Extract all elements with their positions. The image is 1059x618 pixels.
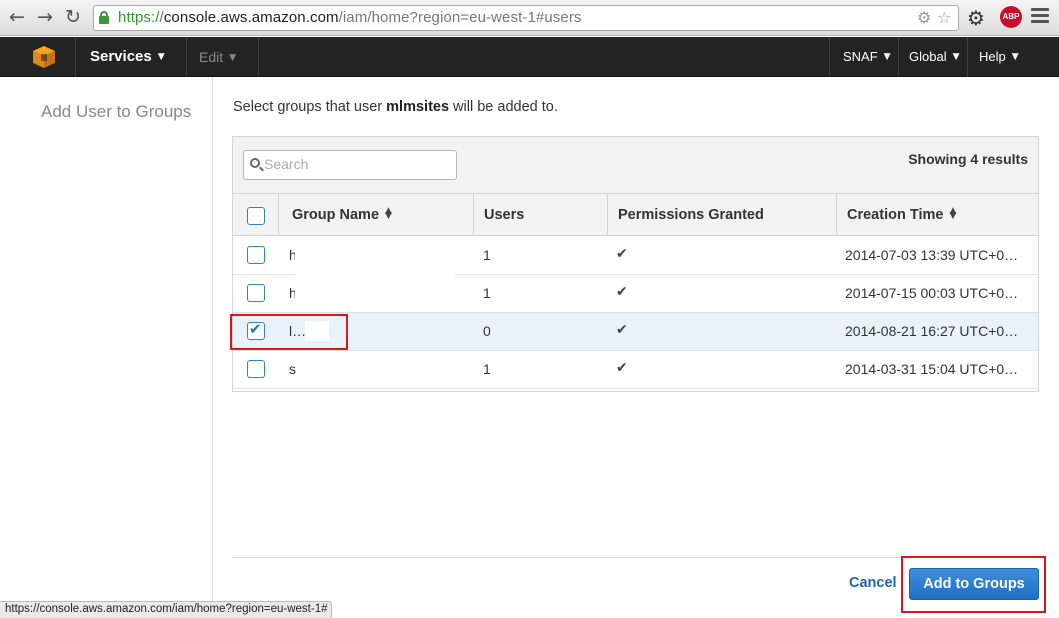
edit-menu[interactable]: Edit ▼ xyxy=(199,49,236,65)
table-toolbar: Search Showing 4 results xyxy=(233,137,1038,194)
creation-time-cell: 2014-08-21 16:27 UTC+0… xyxy=(845,323,1019,339)
browser-toolbar: ← → ↻ https://console.aws.amazon.com/iam… xyxy=(0,0,1059,36)
highlight-box-add-button xyxy=(901,556,1046,613)
groups-table: Search Showing 4 results Group Name ▲ ▼ Us… xyxy=(232,136,1039,392)
browser-menu-icon[interactable] xyxy=(1031,8,1049,26)
select-all-checkbox[interactable] xyxy=(247,207,265,225)
account-menu[interactable]: SNAF ▼ xyxy=(843,49,891,64)
back-arrow-icon[interactable]: ← xyxy=(6,6,28,28)
bookmark-star-icon[interactable]: ☆ xyxy=(937,8,951,27)
chevron-down-icon: ▼ xyxy=(883,52,891,62)
services-menu[interactable]: Services ▼ xyxy=(90,48,165,65)
table-header: Group Name ▲ ▼ Users Permissions Granted C… xyxy=(233,194,1038,236)
chevron-down-icon: ▼ xyxy=(157,52,165,62)
table-row[interactable]: h d 1 ✔ 2014-07-15 00:03 UTC+0… xyxy=(233,275,1038,313)
table-row[interactable]: h 1 ✔ 2014-07-03 13:39 UTC+0… xyxy=(233,237,1038,275)
address-bar[interactable]: https://console.aws.amazon.com/iam/home?… xyxy=(93,5,959,31)
column-users[interactable]: Users xyxy=(484,194,524,236)
column-group-name[interactable]: Group Name ▲ ▼ xyxy=(292,194,392,236)
results-count: Showing 4 results xyxy=(908,151,1028,167)
settings-gear-icon[interactable]: ⚙ xyxy=(967,6,985,30)
search-input[interactable]: Search xyxy=(243,150,457,180)
users-cell: 1 xyxy=(483,247,491,263)
row-checkbox[interactable] xyxy=(247,360,265,378)
creation-time-cell: 2014-03-31 15:04 UTC+0… xyxy=(845,361,1019,377)
instruction-text: Select groups that user mlmsites will be… xyxy=(233,99,558,115)
sort-icon: ▲ ▼ xyxy=(949,206,957,221)
group-name-cell[interactable]: s xyxy=(289,361,296,377)
region-menu[interactable]: Global ▼ xyxy=(909,49,960,64)
users-cell: 0 xyxy=(483,323,491,339)
column-creation-time[interactable]: Creation Time ▲ ▼ xyxy=(847,194,956,236)
table-row[interactable]: s 1 ✔ 2014-03-31 15:04 UTC+0… xyxy=(233,351,1038,389)
chevron-down-icon: ▼ xyxy=(1011,52,1019,62)
search-icon xyxy=(250,158,260,168)
redaction xyxy=(295,278,451,298)
wizard-sidebar: Add User to Groups xyxy=(0,77,213,618)
lock-icon xyxy=(99,11,109,24)
column-permissions[interactable]: Permissions Granted xyxy=(618,194,764,236)
aws-cube-logo-icon[interactable] xyxy=(32,45,56,69)
user-name: mlmsites xyxy=(386,99,450,115)
redaction xyxy=(295,239,455,275)
checkmark-icon: ✔ xyxy=(616,284,628,300)
row-checkbox[interactable] xyxy=(247,284,265,302)
chevron-down-icon: ▼ xyxy=(229,53,237,63)
browser-status-bar: https://console.aws.amazon.com/iam/home?… xyxy=(0,601,333,618)
row-checkbox[interactable] xyxy=(247,246,265,264)
reload-icon[interactable]: ↻ xyxy=(62,6,84,28)
highlight-box-selected-group xyxy=(230,314,348,350)
users-cell: 1 xyxy=(483,361,491,377)
aws-top-nav: Services ▼ Edit ▼ SNAF ▼ Global ▼ Help ▼ xyxy=(0,37,1059,77)
wizard-step-title: Add User to Groups xyxy=(41,102,192,121)
table-row-selected[interactable]: l….. 0 ✔ 2014-08-21 16:27 UTC+0… xyxy=(233,313,1038,351)
creation-time-cell: 2014-07-03 13:39 UTC+0… xyxy=(845,247,1019,263)
checkmark-icon: ✔ xyxy=(616,322,628,338)
creation-time-cell: 2014-07-15 00:03 UTC+0… xyxy=(845,285,1019,301)
users-cell: 1 xyxy=(483,285,491,301)
checkmark-icon: ✔ xyxy=(616,246,628,262)
forward-arrow-icon[interactable]: → xyxy=(34,6,56,28)
cancel-link[interactable]: Cancel xyxy=(849,575,897,591)
adblock-icon[interactable]: ABP xyxy=(1000,6,1022,28)
help-menu[interactable]: Help ▼ xyxy=(979,49,1019,64)
checkmark-icon: ✔ xyxy=(616,360,628,376)
chevron-down-icon: ▼ xyxy=(952,52,960,62)
url-text: https://console.aws.amazon.com/iam/home?… xyxy=(118,9,582,26)
sort-icon: ▲ ▼ xyxy=(385,206,392,221)
extension-gear-icon[interactable]: ⚙ xyxy=(917,8,931,27)
